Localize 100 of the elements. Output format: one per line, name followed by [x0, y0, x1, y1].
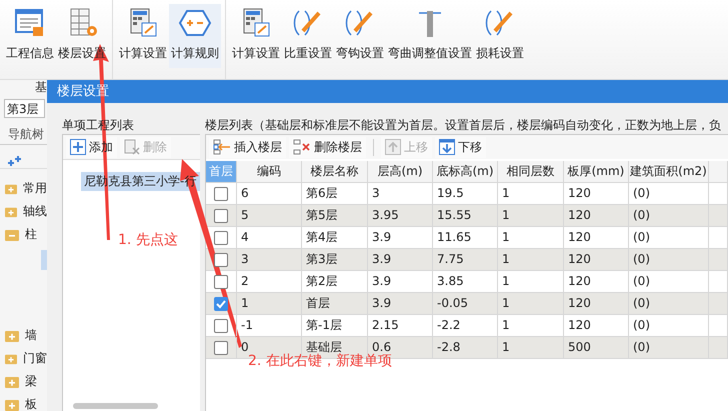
ribbon-button[interactable]: 计算规则: [169, 4, 221, 68]
checkbox[interactable]: [214, 274, 228, 288]
table-cell: 7.75: [433, 249, 498, 270]
table-cell: (0): [629, 205, 709, 226]
table-cell: 3.9: [368, 271, 433, 292]
ribbon-button[interactable]: 比重设置: [282, 4, 334, 68]
table-cell: 120: [564, 227, 629, 248]
delete-row-icon: [293, 139, 311, 155]
column-header[interactable]: 建筑面积(m2): [629, 161, 709, 182]
table-cell: 第4层: [302, 227, 368, 248]
checkbox[interactable]: [214, 318, 228, 332]
move-up-icon: [385, 139, 401, 155]
table-cell: -2.8: [433, 337, 498, 358]
table-cell: 第5层: [302, 205, 368, 226]
ribbon-button[interactable]: 损耗设置: [474, 4, 526, 68]
table-cell: 1: [498, 227, 564, 248]
table-cell: (0): [629, 337, 709, 358]
checkbox[interactable]: [214, 296, 228, 310]
delete-icon: [124, 139, 140, 155]
table-cell: 1: [498, 293, 564, 314]
table-cell: (0): [629, 315, 709, 336]
table-cell: 1: [237, 293, 302, 314]
table-cell: 1: [498, 271, 564, 292]
table-cell: 6: [237, 183, 302, 204]
scrollbar[interactable]: [73, 403, 158, 409]
column-header[interactable]: 编码: [237, 161, 302, 182]
table-cell: 第6层: [302, 183, 368, 204]
column-header[interactable]: 层高(m): [368, 161, 433, 182]
table-cell: 3.9: [368, 227, 433, 248]
table-cell: (0): [629, 183, 709, 204]
tree-item[interactable]: 常用: [0, 177, 47, 200]
table-cell: 15.55: [433, 205, 498, 226]
table-cell: 1: [498, 337, 564, 358]
column-header[interactable]: 楼层名称: [302, 161, 368, 182]
hexagon-icon: [178, 7, 212, 39]
checkbox[interactable]: [214, 340, 228, 354]
column-header[interactable]: 底标高(m): [433, 161, 498, 182]
table-cell: 19.5: [433, 183, 498, 204]
column-header[interactable]: 相同层数: [498, 161, 564, 182]
insert-row-icon: [213, 139, 231, 155]
checkbox[interactable]: [214, 208, 228, 222]
annotation-text: 1. 先点这: [118, 231, 178, 249]
table-cell: 2.15: [368, 315, 433, 336]
plus-icon: [70, 139, 86, 155]
ribbon-button[interactable]: 弯曲调整值设置: [386, 4, 474, 68]
table-cell: 3: [237, 249, 302, 270]
table-cell: 第3层: [302, 249, 368, 270]
column-header[interactable]: 板厚(mm): [564, 161, 629, 182]
table-cell: 500: [564, 337, 629, 358]
table-cell: 3.9: [368, 249, 433, 270]
table-cell: 3.9: [368, 293, 433, 314]
table-cell: 3.85: [433, 271, 498, 292]
tree-item[interactable]: 柱: [0, 223, 47, 246]
table-cell: (0): [629, 293, 709, 314]
table-cell: 5: [237, 205, 302, 226]
table-cell: 4: [237, 227, 302, 248]
table-cell: 首层: [302, 293, 368, 314]
folder-icon: [5, 330, 19, 342]
tree-selection: [41, 250, 47, 270]
folder-icon: [5, 206, 17, 218]
table-cell: 120: [564, 205, 629, 226]
tree-item[interactable]: 轴线: [0, 200, 47, 223]
group-label: 基: [35, 80, 47, 96]
ribbon-button[interactable]: 工程信息: [4, 4, 56, 68]
folder-icon: [5, 228, 19, 240]
ribbon-button[interactable]: 计算设置: [117, 4, 169, 68]
table-cell: 120: [564, 315, 629, 336]
table-cell: 120: [564, 249, 629, 270]
checkbox[interactable]: [214, 252, 228, 266]
table-cell: 第-1层: [302, 315, 368, 336]
table-cell: 第2层: [302, 271, 368, 292]
tree-item[interactable]: 梁: [0, 370, 47, 393]
table-cell: 1: [498, 183, 564, 204]
add-icon[interactable]: [6, 155, 22, 167]
table-cell: 120: [564, 183, 629, 204]
table-cell: 3.95: [368, 205, 433, 226]
checkbox[interactable]: [214, 230, 228, 244]
move-down-icon: [439, 139, 455, 155]
folder-icon: [5, 182, 17, 194]
ribbon-button[interactable]: 计算设置: [230, 4, 282, 68]
table-cell: 120: [564, 271, 629, 292]
tree-item[interactable]: 墙: [0, 324, 47, 347]
table-cell: -0.05: [433, 293, 498, 314]
table-cell: (0): [629, 227, 709, 248]
tree-item[interactable]: 门窗: [0, 347, 47, 370]
table-cell: 120: [564, 293, 629, 314]
folder-icon: [5, 376, 19, 388]
table-cell: 1: [498, 249, 564, 270]
table-cell: (0): [629, 249, 709, 270]
table-cell: 1: [498, 205, 564, 226]
table-cell: 1: [498, 315, 564, 336]
table-cell: -2.2: [433, 315, 498, 336]
floor-field[interactable]: 第3层: [4, 99, 45, 118]
ribbon-button[interactable]: 弯钩设置: [334, 4, 386, 68]
tree-item[interactable]: 板: [0, 393, 47, 411]
section-title: 楼层列表（基础层和标准层不能设置为首层。设置首层后，楼层编码自动变化，正数为地上层，负: [205, 117, 722, 134]
checkbox[interactable]: [214, 186, 228, 200]
table-cell: 3: [368, 183, 433, 204]
table-cell: (0): [629, 271, 709, 292]
folder-icon: [5, 352, 17, 364]
